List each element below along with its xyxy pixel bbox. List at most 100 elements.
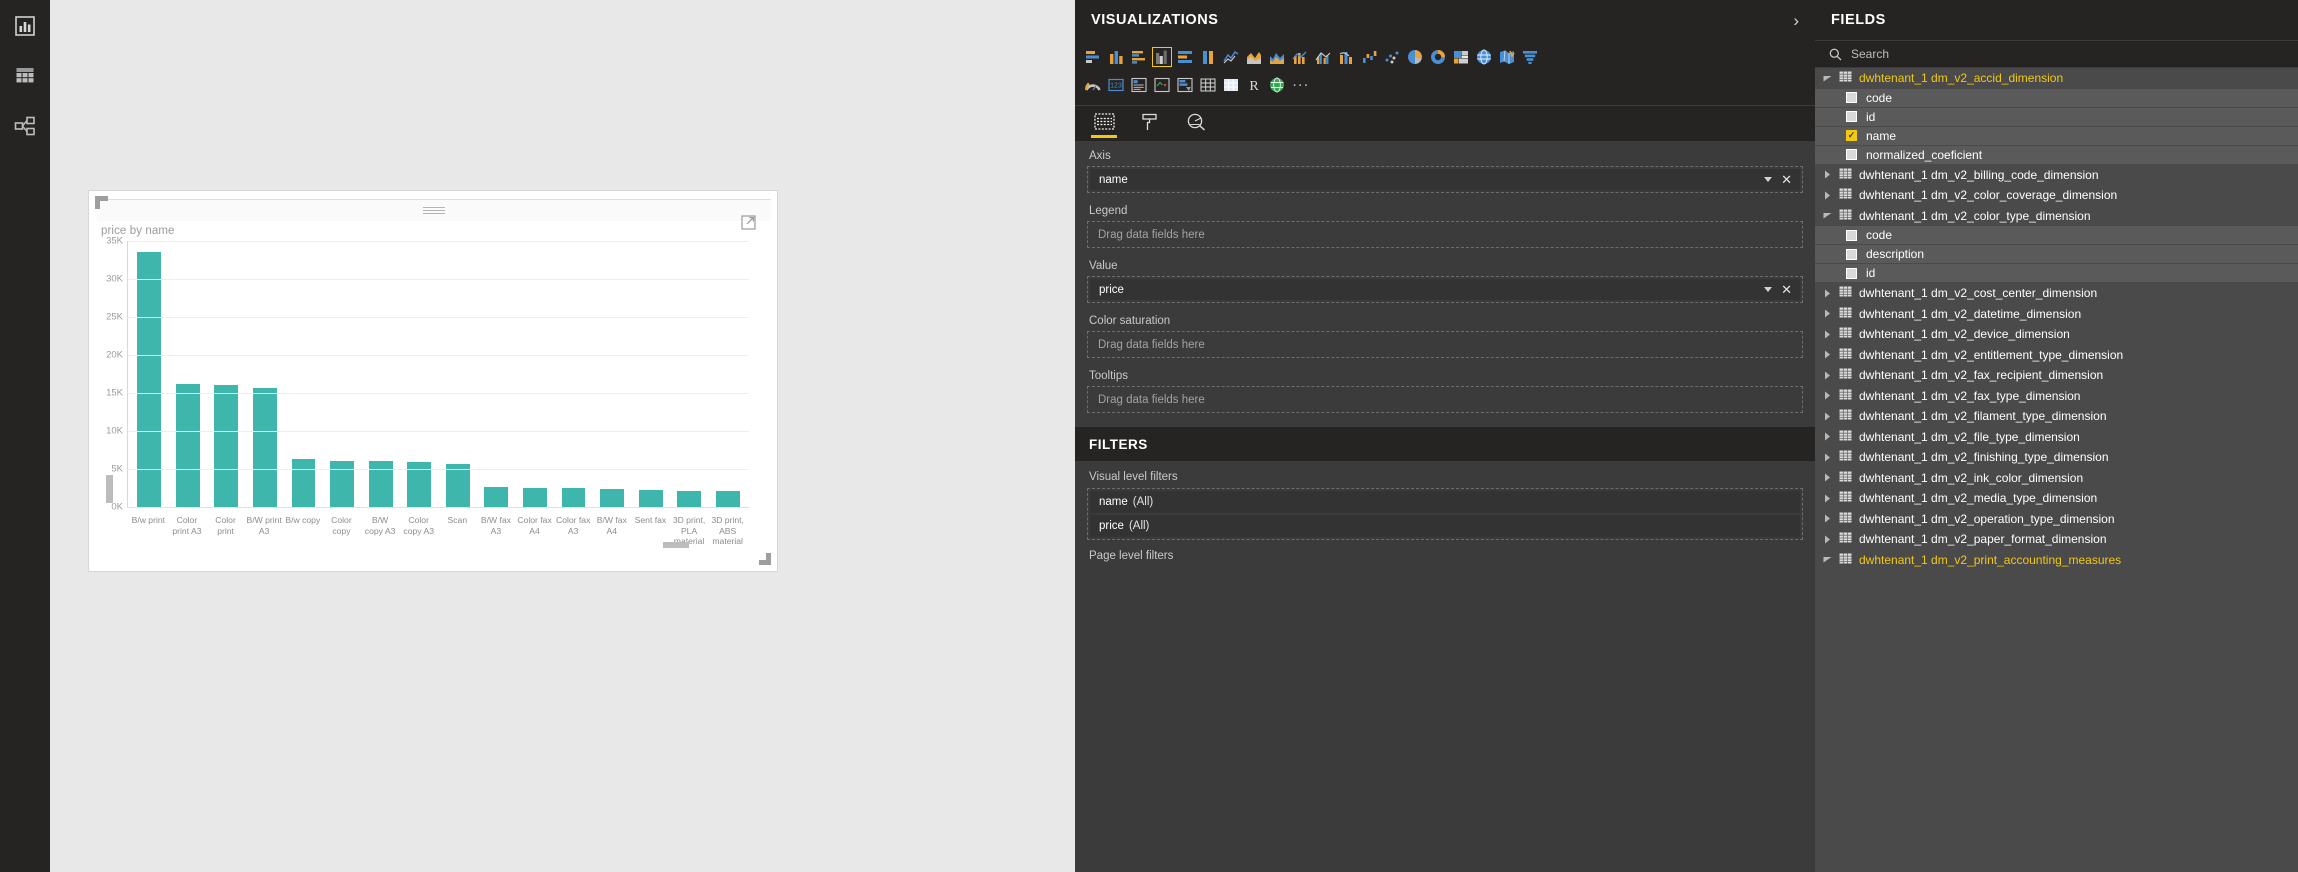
field-row[interactable]: name — [1815, 126, 2298, 146]
chevron-down-icon[interactable] — [1823, 75, 1832, 82]
treemap-icon[interactable] — [1451, 47, 1471, 67]
remove-field-icon[interactable]: ✕ — [1781, 173, 1794, 186]
fields-table-row[interactable]: dwhtenant_1 dm_v2_cost_center_dimension — [1815, 283, 2298, 304]
field-row[interactable]: code — [1815, 88, 2298, 108]
fields-table-row[interactable]: dwhtenant_1 dm_v2_media_type_dimension — [1815, 488, 2298, 509]
chart-bar[interactable] — [214, 384, 239, 507]
fields-search-row[interactable]: Search — [1815, 40, 2298, 68]
bar-slot[interactable] — [130, 241, 169, 507]
arcgis-map-icon[interactable] — [1267, 75, 1287, 95]
bar-slot[interactable] — [361, 241, 400, 507]
matrix-icon[interactable] — [1221, 75, 1241, 95]
well-dropzone[interactable]: Drag data fields here — [1087, 386, 1803, 413]
chevron-down-icon[interactable] — [1764, 287, 1773, 292]
waterfall-chart-icon[interactable] — [1359, 47, 1379, 67]
chevron-down-icon[interactable] — [1823, 212, 1832, 219]
field-checkbox[interactable] — [1846, 267, 1857, 279]
resize-handle-top-left[interactable] — [95, 196, 108, 209]
chevron-right-icon[interactable] — [1823, 535, 1832, 544]
fields-table-row[interactable]: dwhtenant_1 dm_v2_ink_color_dimension — [1815, 468, 2298, 489]
field-row[interactable]: id — [1815, 264, 2298, 283]
donut-chart-icon[interactable] — [1428, 47, 1448, 67]
bar-slot[interactable] — [207, 241, 246, 507]
chevron-right-icon[interactable] — [1823, 391, 1832, 400]
chevron-right-icon[interactable]: › — [1793, 12, 1799, 29]
100-stacked-bar-chart-icon[interactable] — [1175, 47, 1195, 67]
gauge-icon[interactable] — [1083, 75, 1103, 95]
format-tab[interactable] — [1135, 109, 1165, 141]
r-script-visual-icon[interactable]: R — [1244, 75, 1264, 95]
fields-tab[interactable] — [1089, 109, 1119, 141]
filter-item[interactable]: name (All) — [1090, 491, 1800, 513]
data-view-icon[interactable] — [11, 62, 39, 90]
field-row[interactable]: description — [1815, 245, 2298, 264]
chart-bar[interactable] — [175, 383, 200, 507]
focus-mode-icon[interactable] — [741, 215, 756, 230]
field-checkbox[interactable] — [1846, 248, 1857, 260]
scatter-chart-icon[interactable] — [1382, 47, 1402, 67]
bar-slot[interactable] — [400, 241, 439, 507]
clustered-bar-chart-icon[interactable] — [1129, 47, 1149, 67]
bar-slot[interactable] — [284, 241, 323, 507]
filled-map-icon[interactable] — [1497, 47, 1517, 67]
chart-bar[interactable] — [600, 488, 624, 507]
chevron-right-icon[interactable] — [1823, 289, 1832, 298]
ribbon-chart-icon[interactable] — [1336, 47, 1356, 67]
bar-slot[interactable] — [477, 241, 516, 507]
field-checkbox[interactable] — [1846, 92, 1857, 103]
bar-slot[interactable] — [631, 241, 670, 507]
chart-bar[interactable] — [561, 488, 586, 507]
bar-slot[interactable] — [554, 241, 593, 507]
chevron-right-icon[interactable] — [1823, 330, 1832, 339]
chevron-right-icon[interactable] — [1823, 371, 1832, 380]
chevron-right-icon[interactable] — [1823, 494, 1832, 503]
vertical-scrollbar-thumb[interactable] — [106, 475, 113, 503]
model-view-icon[interactable] — [11, 112, 39, 140]
fields-table-row[interactable]: dwhtenant_1 dm_v2_finishing_type_dimensi… — [1815, 447, 2298, 468]
chart-visual-container[interactable]: price by name 35K 30K 25K 20K 15K 10K 5K 0K B/w… — [88, 190, 778, 572]
table-icon[interactable] — [1198, 75, 1218, 95]
fields-table-row[interactable]: dwhtenant_1 dm_v2_device_dimension — [1815, 324, 2298, 345]
horizontal-scrollbar-thumb[interactable] — [663, 542, 689, 548]
well-dropzone[interactable]: name ✕ — [1087, 166, 1803, 193]
funnel-chart-icon[interactable] — [1520, 47, 1540, 67]
chart-bar[interactable] — [368, 461, 393, 507]
field-row[interactable]: id — [1815, 107, 2298, 127]
chevron-down-icon[interactable] — [1764, 177, 1773, 182]
chevron-right-icon[interactable] — [1823, 191, 1832, 200]
chevron-right-icon[interactable] — [1823, 412, 1832, 421]
report-view-icon[interactable] — [11, 12, 39, 40]
chevron-right-icon[interactable] — [1823, 309, 1832, 318]
bar-slot[interactable] — [670, 241, 709, 507]
fields-table-row[interactable]: dwhtenant_1 dm_v2_entitlement_type_dimen… — [1815, 345, 2298, 366]
fields-table-row[interactable]: dwhtenant_1 dm_v2_color_coverage_dimensi… — [1815, 185, 2298, 206]
map-icon[interactable] — [1474, 47, 1494, 67]
search-input[interactable]: Search — [1851, 47, 1889, 61]
100-stacked-column-chart-icon[interactable] — [1198, 47, 1218, 67]
bar-slot[interactable] — [323, 241, 362, 507]
resize-handle-bottom-right[interactable] — [759, 553, 771, 565]
bar-slot[interactable] — [169, 241, 208, 507]
line-stacked-column-chart-icon[interactable] — [1290, 47, 1310, 67]
well-field-pill[interactable]: name ✕ — [1090, 169, 1800, 190]
filter-item[interactable]: price (All) — [1090, 515, 1800, 537]
fields-table-row[interactable]: dwhtenant_1 dm_v2_print_accounting_measu… — [1815, 550, 2298, 571]
fields-table-row[interactable]: dwhtenant_1 dm_v2_billing_code_dimension — [1815, 165, 2298, 186]
stacked-column-chart-icon[interactable] — [1106, 47, 1126, 67]
stacked-bar-chart-icon[interactable] — [1083, 47, 1103, 67]
field-checkbox[interactable] — [1846, 111, 1857, 122]
bar-slot[interactable] — [516, 241, 555, 507]
report-canvas[interactable]: price by name 35K 30K 25K 20K 15K 10K 5K 0K B/w… — [50, 0, 1075, 872]
chart-bar[interactable] — [715, 491, 740, 507]
field-checkbox[interactable] — [1846, 149, 1857, 160]
area-chart-icon[interactable] — [1244, 47, 1264, 67]
field-checkbox[interactable] — [1846, 130, 1857, 141]
fields-table-row[interactable]: dwhtenant_1 dm_v2_datetime_dimension — [1815, 304, 2298, 325]
chart-bar[interactable] — [445, 463, 470, 507]
well-field-pill[interactable]: price ✕ — [1090, 279, 1800, 300]
well-dropzone[interactable]: Drag data fields here — [1087, 221, 1803, 248]
fields-table-row[interactable]: dwhtenant_1 dm_v2_paper_format_dimension — [1815, 529, 2298, 550]
chart-bar[interactable] — [677, 490, 702, 507]
well-dropzone[interactable]: price ✕ — [1087, 276, 1803, 303]
card-icon[interactable]: 123 — [1106, 75, 1126, 95]
